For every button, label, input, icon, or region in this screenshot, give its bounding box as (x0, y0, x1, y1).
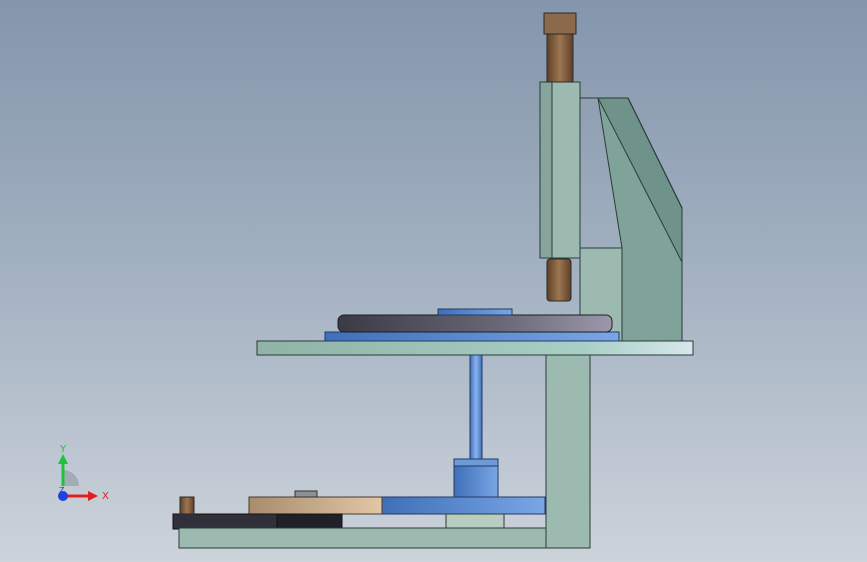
disc-hub (437, 308, 513, 316)
spindle (546, 258, 572, 302)
cad-viewport[interactable]: Y X Z (0, 0, 867, 562)
tan-gear (248, 496, 383, 515)
turntable-base (324, 331, 620, 342)
base-plate (178, 527, 547, 549)
z-axis-label: Z (59, 486, 65, 495)
drive-shaft (469, 354, 483, 460)
dark-plate-left (172, 513, 278, 530)
triad-arc (63, 470, 79, 486)
dark-disc (337, 314, 613, 333)
assembly-model[interactable] (0, 0, 867, 562)
coordinate-triad: Y X Z (58, 444, 109, 502)
gear-pedestal (445, 513, 505, 529)
support-leg (545, 354, 591, 549)
y-axis-arrow (58, 454, 68, 464)
y-axis-label: Y (59, 444, 67, 455)
column-frame (539, 81, 683, 343)
lower-gear (381, 496, 546, 515)
bearing-collar (453, 458, 499, 467)
bronze-post (179, 496, 195, 515)
x-axis-arrow (88, 491, 98, 501)
tan-gear-hub (294, 490, 318, 498)
top-cap (543, 12, 577, 35)
top-rod (546, 33, 574, 83)
dark-plate-right (276, 513, 343, 530)
x-axis-label: X (102, 491, 109, 502)
column-side (539, 81, 553, 259)
work-plate (256, 340, 694, 356)
